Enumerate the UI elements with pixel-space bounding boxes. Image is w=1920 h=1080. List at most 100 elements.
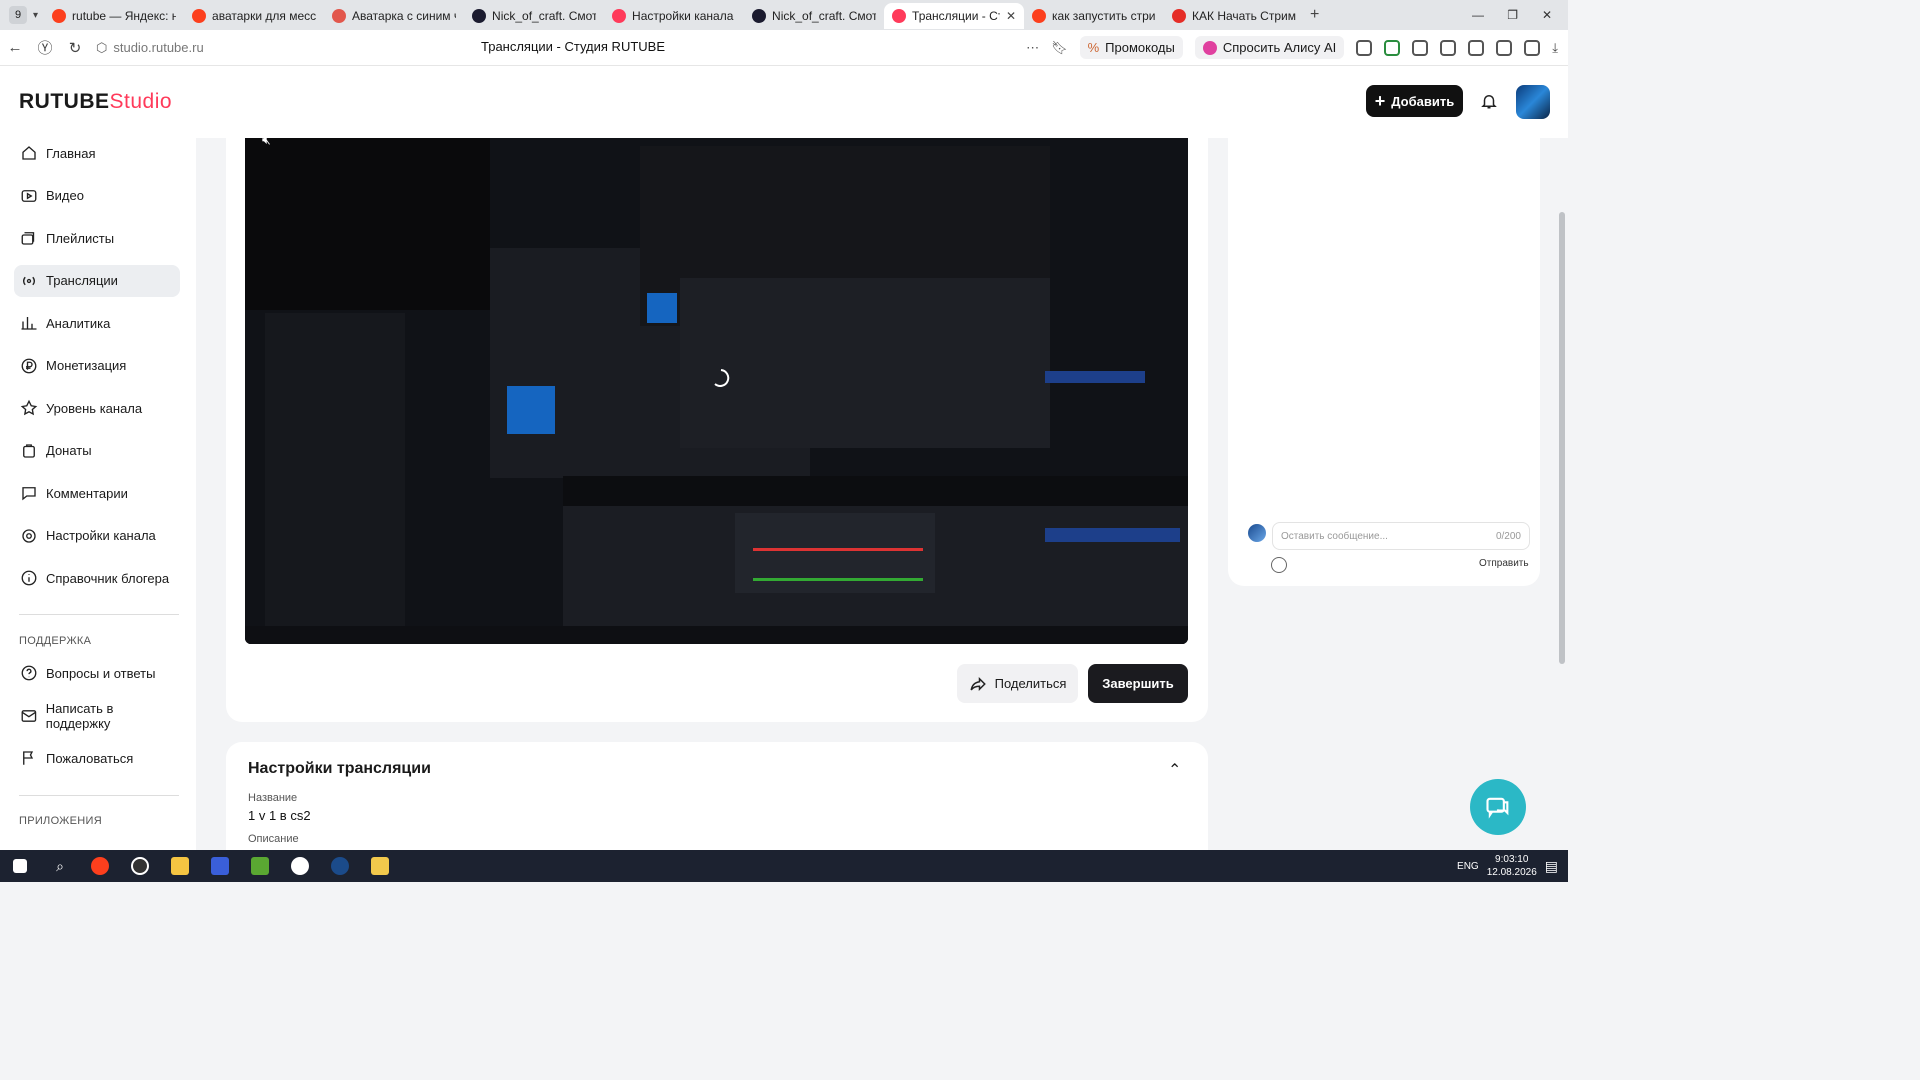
sidebar-item-label: Аналитика bbox=[46, 315, 111, 331]
sidebar-item[interactable]: Справочник блогера bbox=[14, 562, 180, 594]
browser-tab[interactable]: Настройки канала - Студ bbox=[604, 3, 744, 29]
search-icon[interactable]: ⌕ bbox=[40, 850, 80, 882]
minecraft-icon[interactable] bbox=[240, 850, 280, 882]
settings-title: Настройки трансляции bbox=[248, 760, 431, 777]
star-icon bbox=[20, 399, 38, 416]
browser-tab[interactable]: Nick_of_craft. Смотреть bbox=[464, 3, 604, 29]
url-field[interactable]: studio.rutube.ru bbox=[113, 40, 203, 55]
sidebar-item-label: Уровень канала bbox=[46, 400, 143, 416]
bell-icon[interactable] bbox=[1480, 92, 1498, 110]
tab-favicon-icon bbox=[332, 9, 347, 23]
reload-icon[interactable]: ↻ bbox=[60, 39, 90, 57]
more-icon[interactable]: ⋯ bbox=[1026, 40, 1039, 56]
tab-favicon-icon bbox=[1032, 9, 1047, 23]
tab-label: rutube — Яндекс: нашлось bbox=[72, 9, 177, 23]
sidebar-item[interactable]: Комментарии bbox=[14, 477, 180, 509]
app-icon[interactable] bbox=[360, 850, 400, 882]
alice-button[interactable]: Спросить Алису AI bbox=[1194, 36, 1345, 59]
promo-button[interactable]: % Промокоды bbox=[1079, 36, 1183, 59]
tab-favicon-icon bbox=[52, 9, 67, 23]
sidebar-item-label: Вопросы и ответы bbox=[46, 665, 156, 681]
sidebar-item[interactable]: Видео bbox=[14, 180, 180, 212]
description-label: Описание bbox=[248, 833, 299, 845]
browser-tab[interactable]: КАК Начать Стримить на bbox=[1164, 3, 1304, 29]
lang-indicator[interactable]: ENG bbox=[1457, 861, 1479, 872]
sidebar-item[interactable]: Настройки канала bbox=[14, 520, 180, 552]
browser-tab[interactable]: Nick_of_craft. Смотреть bbox=[744, 3, 884, 29]
sidebar: Главная Видео Плейлисты Трансляции Аналитика… bbox=[0, 138, 196, 850]
share-button[interactable]: Поделиться bbox=[957, 664, 1078, 703]
browser-tab[interactable]: rutube — Яндекс: нашлось bbox=[44, 3, 184, 29]
yandex-icon[interactable]: Ⓨ bbox=[30, 37, 60, 58]
extension-icon[interactable] bbox=[1412, 39, 1429, 56]
window-close-button[interactable]: ✕ bbox=[1542, 8, 1552, 22]
chat-message-input[interactable]: Оставить сообщение... 0/200 bbox=[1272, 522, 1530, 550]
chat-send-button[interactable]: Отправить bbox=[1479, 558, 1529, 569]
steam-icon[interactable] bbox=[320, 850, 360, 882]
media-icon[interactable] bbox=[1468, 39, 1485, 56]
download-icon[interactable]: ⤓ bbox=[1552, 40, 1558, 56]
add-button[interactable]: + Добавить bbox=[1366, 85, 1463, 117]
tab-list-chevron-icon[interactable]: ▾ bbox=[33, 10, 38, 21]
tab-label: Nick_of_craft. Смотреть bbox=[772, 9, 877, 23]
window-maximize-button[interactable]: ❐ bbox=[1507, 8, 1518, 22]
sidebar-item-label: Монетизация bbox=[46, 358, 127, 373]
emoji-icon[interactable] bbox=[1271, 557, 1287, 573]
app-icon[interactable] bbox=[200, 850, 240, 882]
yandex-browser-icon[interactable] bbox=[280, 850, 320, 882]
clock[interactable]: 9:03:10 12.08.2026 bbox=[1487, 853, 1537, 879]
address-bar: ← Ⓨ ↻ ⬡ studio.rutube.ru Трансляции - Ст… bbox=[0, 30, 1568, 66]
collections-icon[interactable] bbox=[1496, 39, 1513, 56]
chevron-up-icon[interactable]: ⌃ bbox=[1168, 760, 1181, 780]
finish-stream-button[interactable]: Завершить bbox=[1088, 664, 1188, 703]
sidebar-item[interactable]: Главная bbox=[14, 137, 180, 169]
notifications-icon[interactable]: ▤ bbox=[1545, 858, 1558, 875]
browser-tab-bar: 9 ▾ rutube — Яндекс: нашлось аватарки для… bbox=[0, 0, 1568, 30]
tab-label: Настройки канала - Студ bbox=[632, 9, 736, 23]
shield-icon[interactable]: ⬡ bbox=[96, 40, 107, 56]
apps-section-title: ПРИЛОЖЕНИЯ bbox=[19, 815, 102, 827]
profile-icon[interactable] bbox=[1524, 39, 1541, 56]
tab-count-badge[interactable]: 9 bbox=[9, 6, 27, 24]
sidebar-item[interactable]: Трансляции bbox=[14, 264, 180, 297]
name-label: Название bbox=[248, 792, 298, 804]
puzzle-icon[interactable] bbox=[1440, 39, 1457, 56]
sidebar-item[interactable]: Донаты bbox=[14, 435, 180, 467]
sidebar-item[interactable]: Монетизация bbox=[14, 350, 180, 382]
sidebar-item[interactable]: Уровень канала bbox=[14, 392, 180, 424]
tab-strip: rutube — Яндекс: нашлось аватарки для мес… bbox=[44, 1, 1304, 29]
avatar[interactable] bbox=[1516, 85, 1550, 119]
sidebar-item[interactable]: Плейлисты bbox=[14, 222, 180, 254]
scrollbar-thumb[interactable] bbox=[1559, 212, 1565, 664]
extension-icon[interactable] bbox=[1384, 39, 1401, 56]
browser-tab[interactable]: как запустить стрим на р bbox=[1024, 3, 1164, 29]
windows-start-icon[interactable] bbox=[0, 850, 40, 882]
sidebar-item[interactable]: Пожаловаться bbox=[14, 742, 180, 774]
video-icon bbox=[21, 189, 37, 202]
new-tab-button[interactable]: + bbox=[1310, 6, 1319, 24]
back-arrow-icon[interactable]: ← bbox=[0, 39, 30, 56]
sidebar-item[interactable]: Написать в поддержку bbox=[14, 700, 180, 732]
sidebar-item[interactable]: Аналитика bbox=[14, 307, 180, 339]
tab-close-icon[interactable]: ✕ bbox=[1006, 9, 1016, 23]
tab-favicon-icon bbox=[472, 9, 487, 23]
sidebar-item[interactable]: Вопросы и ответы bbox=[14, 657, 180, 689]
obs-icon[interactable] bbox=[120, 850, 160, 882]
help-chat-icon bbox=[1486, 797, 1509, 819]
extension-icon[interactable] bbox=[1356, 39, 1373, 56]
stream-preview[interactable] bbox=[245, 138, 1188, 644]
mute-icon[interactable]: 🔇︎ bbox=[262, 131, 271, 148]
rutube-studio-logo[interactable]: RUTUBEStudio bbox=[19, 90, 172, 114]
alice-icon bbox=[1202, 40, 1217, 55]
bookmark-icon[interactable]: 🔖︎ bbox=[1051, 40, 1068, 56]
folder-icon[interactable] bbox=[160, 850, 200, 882]
sidebar-item-label: Написать в поддержку bbox=[45, 700, 114, 731]
browser-tab[interactable]: аватарки для мессенджера bbox=[184, 3, 324, 29]
window-minimize-button[interactable]: — bbox=[1472, 8, 1484, 22]
browser-tab[interactable]: Трансляции - Студия RU ✕ bbox=[884, 3, 1025, 29]
browser-tab[interactable]: Аватарка с синим челове bbox=[324, 3, 464, 29]
yandex-app-icon[interactable] bbox=[80, 850, 120, 882]
support-chat-button[interactable] bbox=[1470, 779, 1526, 835]
stream-preview-image bbox=[245, 138, 1188, 644]
chat-placeholder: Оставить сообщение... bbox=[1281, 530, 1388, 542]
